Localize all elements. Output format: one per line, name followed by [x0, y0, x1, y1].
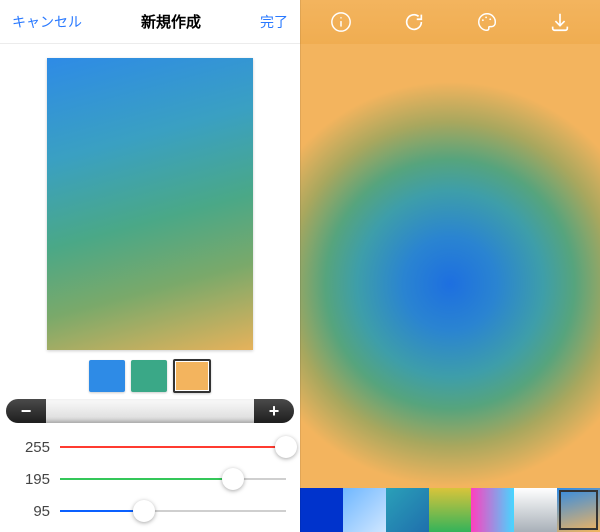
blue-slider[interactable]	[60, 501, 286, 521]
color-swatch-2[interactable]	[173, 359, 211, 393]
cancel-button[interactable]: キャンセル	[12, 12, 82, 32]
info-icon[interactable]	[328, 9, 354, 35]
render-pane	[300, 0, 600, 532]
pane-divider	[300, 0, 301, 532]
render-canvas[interactable]	[300, 44, 600, 488]
page-title: 新規作成	[141, 11, 201, 32]
green-slider-row: 195	[14, 463, 286, 495]
palette-icon[interactable]	[474, 9, 500, 35]
radial-gradient	[300, 64, 600, 488]
preset-swatch-4[interactable]	[471, 488, 514, 532]
green-slider[interactable]	[60, 469, 286, 489]
green-value: 195	[14, 471, 60, 488]
color-swatch-0[interactable]	[89, 360, 125, 392]
remove-swatch-button[interactable]: −	[6, 399, 46, 423]
navbar: キャンセル 新規作成 完了	[0, 0, 300, 44]
add-swatch-button[interactable]: +	[254, 399, 294, 423]
preset-swatch-0[interactable]	[300, 488, 343, 532]
editor-pane: キャンセル 新規作成 完了 − + 255 195	[0, 0, 300, 532]
preset-swatch-6[interactable]	[557, 488, 600, 532]
preset-row	[300, 488, 600, 532]
refresh-icon[interactable]	[401, 9, 427, 35]
blue-slider-row: 95	[14, 495, 286, 527]
preview-area	[0, 44, 300, 358]
preset-swatch-5[interactable]	[514, 488, 557, 532]
swatch-tray: − +	[6, 399, 294, 423]
red-slider-row: 255	[14, 431, 286, 463]
color-swatch-1[interactable]	[131, 360, 167, 392]
color-swatch-row	[0, 360, 300, 393]
red-value: 255	[14, 439, 60, 456]
preset-swatch-2[interactable]	[386, 488, 429, 532]
red-slider[interactable]	[60, 437, 286, 457]
right-toolbar	[300, 0, 600, 44]
gradient-preview	[47, 58, 253, 350]
download-icon[interactable]	[547, 9, 573, 35]
rgb-sliders: 255 195 95	[0, 423, 300, 527]
preset-swatch-3[interactable]	[429, 488, 472, 532]
preset-swatch-1[interactable]	[343, 488, 386, 532]
blue-value: 95	[14, 503, 60, 520]
done-button[interactable]: 完了	[260, 12, 288, 32]
